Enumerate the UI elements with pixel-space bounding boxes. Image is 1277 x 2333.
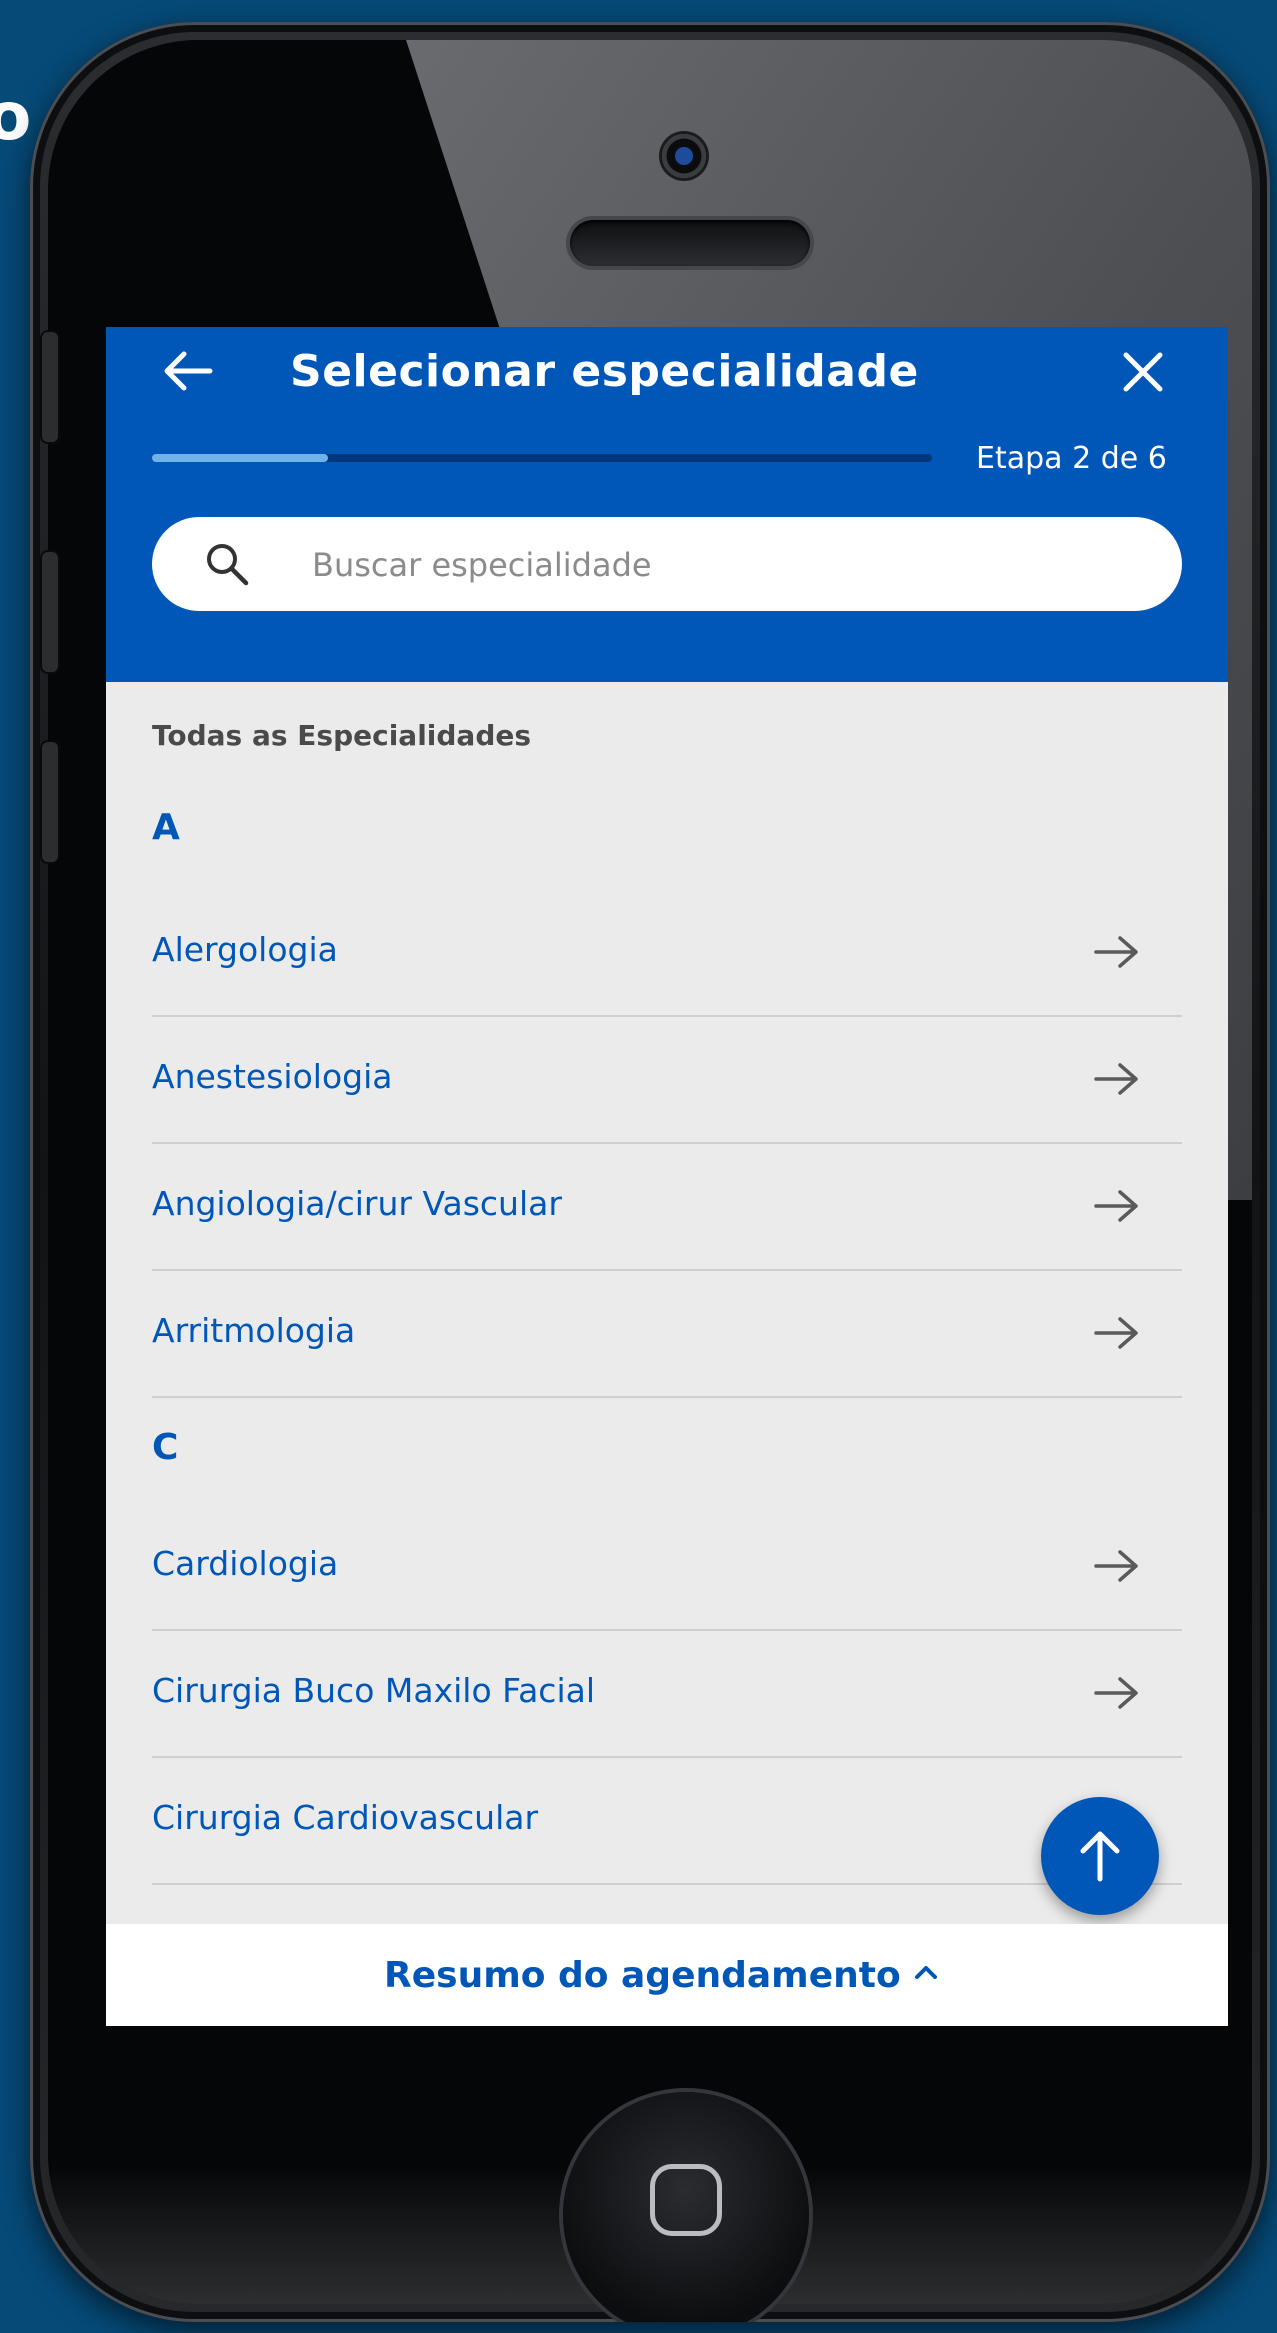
booking-summary-label: Resumo do agendamento	[384, 1955, 901, 1996]
section-heading: Todas as Especialidades	[152, 719, 532, 752]
search-input[interactable]	[310, 534, 1134, 596]
group-letter-a: A	[152, 807, 180, 848]
page-title: Selecionar especialidade	[290, 346, 919, 397]
list-item[interactable]: Cardiologia	[152, 1504, 1182, 1631]
search-bar[interactable]	[152, 517, 1182, 611]
arrow-right-icon	[1094, 1677, 1138, 1709]
home-button[interactable]	[563, 2092, 809, 2322]
progress-bar	[152, 454, 932, 462]
list-item[interactable]: Arritmologia	[152, 1271, 1182, 1398]
arrow-right-icon	[1094, 936, 1138, 968]
list-item-label: Anestesiologia	[152, 1057, 393, 1096]
group-letter-c: C	[152, 1427, 179, 1468]
list-item-label: Cirurgia Cardiovascular	[152, 1798, 539, 1837]
arrow-left-icon[interactable]	[158, 341, 218, 401]
list-item-label: Cardiologia	[152, 1544, 339, 1583]
home-square-icon	[650, 2164, 722, 2236]
list-item[interactable]: Anestesiologia	[152, 1017, 1182, 1144]
list-item[interactable]: Cirurgia Buco Maxilo Facial	[152, 1631, 1182, 1758]
volume-down-button	[42, 742, 58, 862]
edge-text-fragment: o	[0, 78, 32, 155]
app-header: Selecionar especialidade Etapa 2 de 6	[106, 327, 1228, 682]
list-item[interactable]: Angiologia/cirur Vascular	[152, 1144, 1182, 1271]
chevron-up-icon	[915, 1966, 937, 1979]
front-camera	[662, 134, 706, 178]
list-item[interactable]: Alergologia	[152, 890, 1182, 1017]
arrow-up-icon	[1080, 1831, 1120, 1882]
earpiece-speaker	[570, 220, 810, 266]
list-item-label: Angiologia/cirur Vascular	[152, 1184, 562, 1223]
list-item[interactable]: Cirurgia Cardiovascular	[152, 1758, 1182, 1885]
list-item-label: Arritmologia	[152, 1311, 356, 1350]
arrow-right-icon	[1094, 1550, 1138, 1582]
app-screen: Selecionar especialidade Etapa 2 de 6 To…	[106, 327, 1228, 2026]
booking-summary-bar[interactable]: Resumo do agendamento	[106, 1924, 1228, 2026]
progress-bar-fill	[152, 454, 328, 462]
close-icon[interactable]	[1116, 345, 1170, 399]
step-indicator: Etapa 2 de 6	[976, 441, 1167, 476]
search-icon	[207, 544, 249, 586]
arrow-right-icon	[1094, 1063, 1138, 1095]
scroll-to-top-button[interactable]	[1041, 1797, 1159, 1915]
arrow-right-icon	[1094, 1317, 1138, 1349]
list-item-label: Cirurgia Buco Maxilo Facial	[152, 1671, 596, 1710]
arrow-right-icon	[1094, 1190, 1138, 1222]
volume-up-button	[42, 552, 58, 672]
list-item-label: Alergologia	[152, 930, 338, 969]
mute-switch	[42, 332, 58, 442]
